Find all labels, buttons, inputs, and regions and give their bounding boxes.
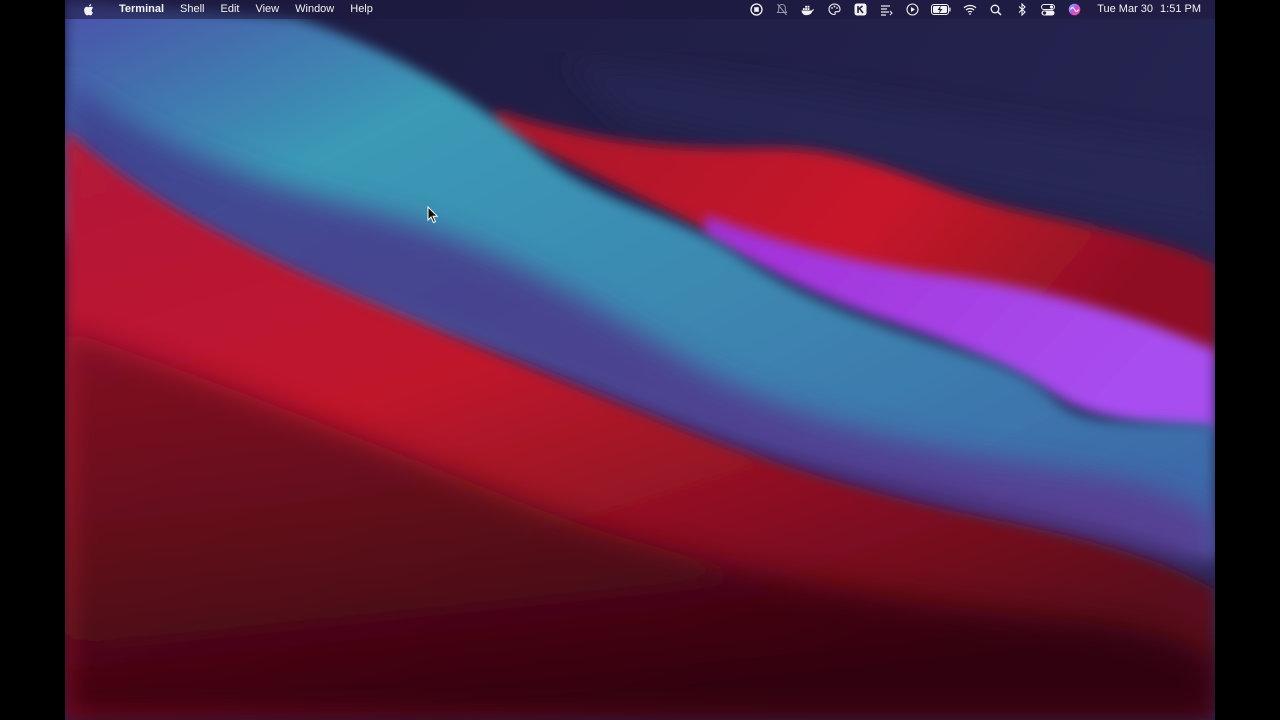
- k-app-icon[interactable]: [853, 3, 867, 17]
- palette-icon[interactable]: [827, 3, 841, 17]
- menu-shell[interactable]: Shell: [172, 0, 212, 19]
- notifications-off-icon[interactable]: [775, 3, 789, 17]
- menu-view[interactable]: View: [247, 0, 287, 19]
- menu-bar-time[interactable]: 1:51 PM: [1160, 0, 1201, 19]
- wifi-icon[interactable]: [963, 3, 977, 17]
- bluetooth-icon[interactable]: [1015, 3, 1029, 17]
- desktop-wallpaper: [65, 0, 1215, 720]
- battery-charging-icon[interactable]: [931, 3, 951, 17]
- menu-help[interactable]: Help: [342, 0, 381, 19]
- docker-icon[interactable]: [801, 3, 815, 17]
- screen-record-icon[interactable]: [749, 3, 763, 17]
- control-center-icon[interactable]: [1041, 3, 1056, 17]
- menu-bar-date[interactable]: Tue Mar 30: [1097, 0, 1153, 19]
- play-icon[interactable]: [905, 3, 919, 17]
- spotlight-search-icon[interactable]: [989, 3, 1003, 17]
- desktop[interactable]: Terminal Shell Edit View Window Help Tue…: [65, 0, 1215, 720]
- menu-edit[interactable]: Edit: [213, 0, 248, 19]
- apple-logo-icon[interactable]: [82, 3, 94, 17]
- menu-window[interactable]: Window: [287, 0, 342, 19]
- menu-bar: Terminal Shell Edit View Window Help Tue…: [65, 0, 1215, 19]
- menu-app-name[interactable]: Terminal: [111, 0, 172, 19]
- siri-icon[interactable]: [1067, 3, 1081, 17]
- mouse-pointer-icon: [427, 206, 439, 224]
- text-list-icon[interactable]: [879, 3, 893, 17]
